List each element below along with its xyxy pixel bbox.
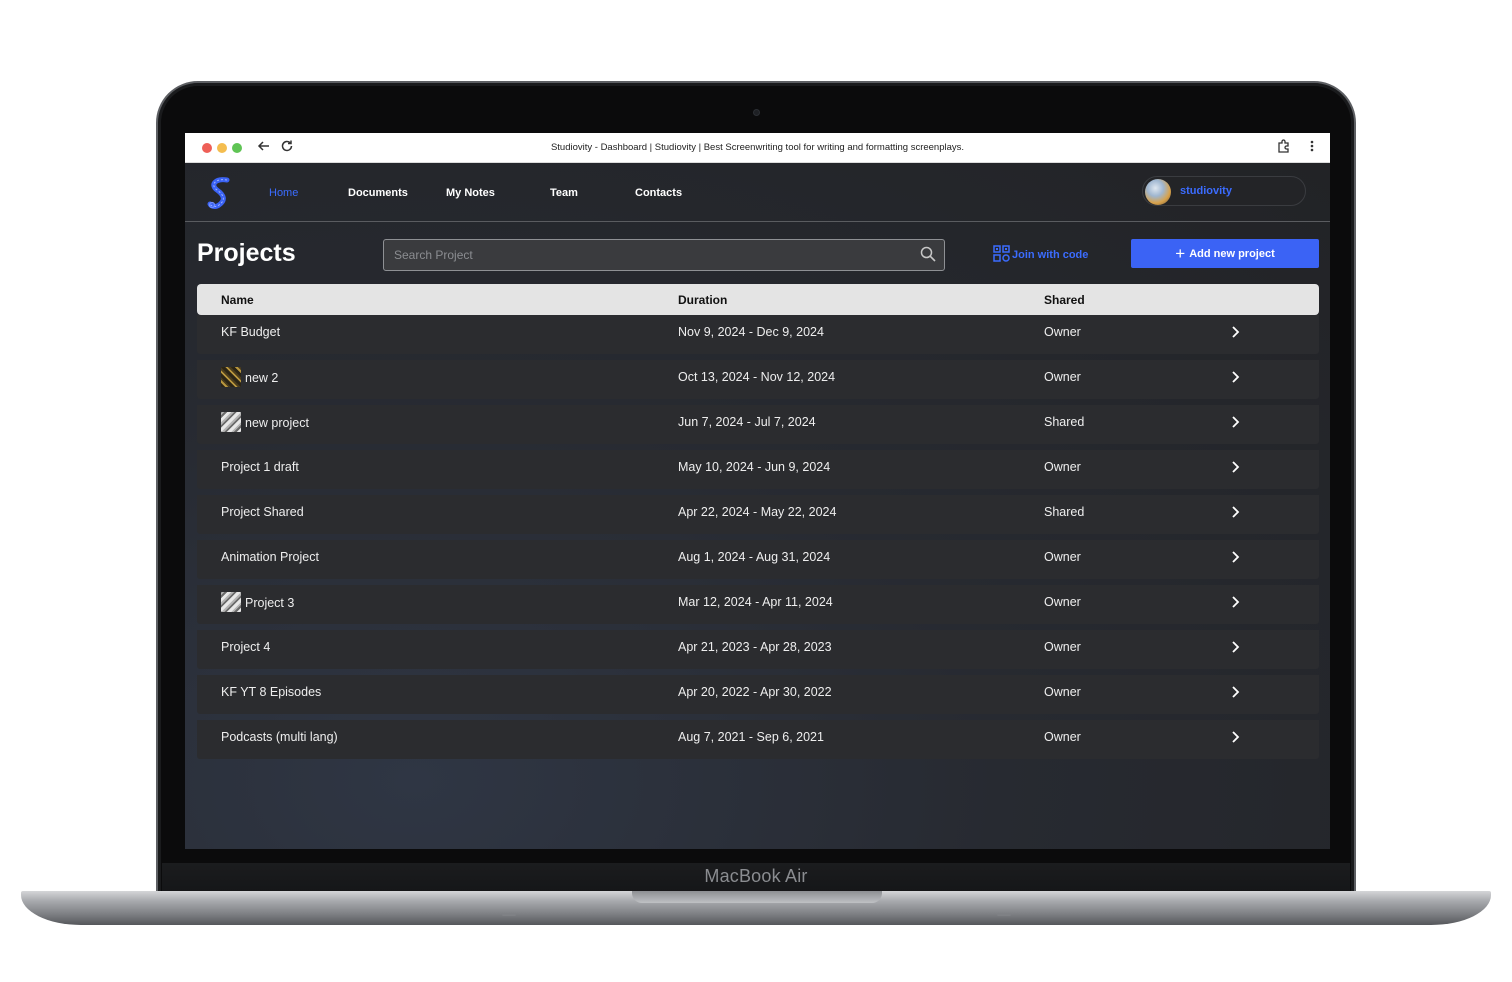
project-duration: Mar 12, 2024 - Apr 11, 2024 [678,595,833,609]
chevron-right-icon[interactable] [1229,370,1241,384]
studiovity-logo-icon[interactable] [207,176,233,210]
project-duration: May 10, 2024 - Jun 9, 2024 [678,460,831,474]
project-duration: Apr 22, 2024 - May 22, 2024 [678,505,837,519]
nav-home[interactable]: Home [269,187,298,199]
project-name: KF Budget [221,325,281,339]
project-name-cell: Project Shared [221,505,304,519]
puzzle-icon[interactable] [1276,139,1291,158]
project-name-cell: Animation Project [221,550,319,564]
table-row[interactable]: Animation Project Aug 1, 2024 - Aug 31, 2… [197,540,1319,579]
top-navigation: Home Documents My Notes Team Contacts st… [185,163,1330,222]
project-name-cell: Project 1 draft [221,460,299,474]
table-row[interactable]: Podcasts (multi lang) Aug 7, 2021 - Sep 6… [197,720,1319,759]
project-shared-status: Owner [1044,730,1081,744]
project-shared-status: Owner [1044,550,1081,564]
project-name-cell: KF Budget [221,325,280,339]
laptop-foot [502,913,516,916]
project-name: Animation Project [221,550,319,564]
project-shared-status: Owner [1044,685,1081,699]
project-name-cell: KF YT 8 Episodes [221,685,321,699]
screen: Studiovity - Dashboard | Studiovity | Be… [185,133,1330,849]
column-header-shared[interactable]: Shared [1044,293,1085,307]
chevron-right-icon[interactable] [1229,460,1241,474]
project-shared-status: Owner [1044,460,1081,474]
project-shared-status: Owner [1044,595,1081,609]
browser-toolbar: Studiovity - Dashboard | Studiovity | Be… [185,133,1330,163]
join-with-code-button[interactable]: Join with code [993,245,1089,265]
project-duration: Aug 7, 2021 - Sep 6, 2021 [678,730,824,744]
chevron-right-icon[interactable] [1229,685,1241,699]
laptop-notch [632,891,882,903]
table-row[interactable]: Project 4 Apr 21, 2023 - Apr 28, 2023 Owne… [197,630,1319,669]
table-row[interactable]: Project 1 draft May 10, 2024 - Jun 9, 202… [197,450,1319,489]
project-name-cell: new 2 [221,367,279,387]
project-name: Project 1 draft [221,460,299,474]
chevron-right-icon[interactable] [1229,640,1241,654]
project-thumbnail [221,412,241,432]
app-root: Home Documents My Notes Team Contacts st… [185,163,1330,849]
project-name: new 2 [245,370,279,385]
profile-name: studiovity [1180,185,1232,197]
chevron-right-icon[interactable] [1229,595,1241,609]
search-icon[interactable] [920,246,936,262]
plus-icon: + [1175,243,1186,263]
project-shared-status: Owner [1044,640,1081,654]
qr-code-icon [993,245,1010,265]
project-duration: Oct 13, 2024 - Nov 12, 2024 [678,370,836,384]
add-new-project-button[interactable]: + Add new project [1131,239,1319,268]
column-header-name[interactable]: Name [221,293,254,307]
table-header: Name Duration Shared [197,284,1319,315]
laptop-foot [997,913,1011,916]
project-name: Project Shared [221,505,304,519]
project-duration: Aug 1, 2024 - Aug 31, 2024 [678,550,831,564]
project-thumbnail [221,367,241,387]
laptop-brand-label: MacBook Air [704,866,808,886]
search-input[interactable] [383,239,945,271]
project-name: new project [245,415,309,430]
table-row[interactable]: new 2 Oct 13, 2024 - Nov 12, 2024 Owner [197,360,1319,399]
project-duration: Apr 21, 2023 - Apr 28, 2023 [678,640,832,654]
project-duration: Apr 20, 2022 - Apr 30, 2022 [678,685,832,699]
page-title: Projects [197,239,296,267]
table-row[interactable]: Project 3 Mar 12, 2024 - Apr 11, 2024 Owne… [197,585,1319,624]
chevron-right-icon[interactable] [1229,550,1241,564]
project-duration: Jun 7, 2024 - Jul 7, 2024 [678,415,816,429]
nav-contacts[interactable]: Contacts [635,187,682,199]
join-with-code-label: Join with code [1012,249,1089,261]
project-shared-status: Owner [1044,325,1081,339]
project-name: Project 3 [245,595,295,610]
chevron-right-icon[interactable] [1229,415,1241,429]
project-name-cell: new project [221,412,309,432]
nav-team[interactable]: Team [550,187,578,199]
column-header-duration[interactable]: Duration [678,293,727,307]
project-name-cell: Project 4 [221,640,270,654]
project-name-cell: Project 3 [221,592,295,612]
project-thumbnail [221,592,241,612]
nav-documents[interactable]: Documents [348,187,408,199]
table-row[interactable]: Project Shared Apr 22, 2024 - May 22, 202… [197,495,1319,534]
chevron-right-icon[interactable] [1229,505,1241,519]
nav-my-notes[interactable]: My Notes [446,187,495,199]
browser-title: Studiovity - Dashboard | Studiovity | Be… [550,142,965,153]
avatar [1145,179,1171,205]
table-row[interactable]: KF YT 8 Episodes Apr 20, 2022 - Apr 30, 2… [197,675,1319,714]
table-row[interactable]: KF Budget Nov 9, 2024 - Dec 9, 2024 Owner [197,315,1319,354]
project-duration: Nov 9, 2024 - Dec 9, 2024 [678,325,824,339]
profile-menu[interactable]: studiovity [1142,176,1306,206]
camera-icon [753,109,760,116]
project-shared-status: Shared [1044,505,1085,519]
project-shared-status: Owner [1044,370,1081,384]
project-name: Project 4 [221,640,271,654]
kebab-menu-icon[interactable] [1309,139,1315,157]
add-new-project-label: Add new project [1189,247,1275,260]
project-name-cell: Podcasts (multi lang) [221,730,338,744]
chevron-right-icon[interactable] [1229,325,1241,339]
table-row[interactable]: new project Jun 7, 2024 - Jul 7, 2024 Shar… [197,405,1319,444]
project-name: KF YT 8 Episodes [221,685,322,699]
project-name: Podcasts (multi lang) [221,730,338,744]
project-shared-status: Shared [1044,415,1085,429]
chevron-right-icon[interactable] [1229,730,1241,744]
